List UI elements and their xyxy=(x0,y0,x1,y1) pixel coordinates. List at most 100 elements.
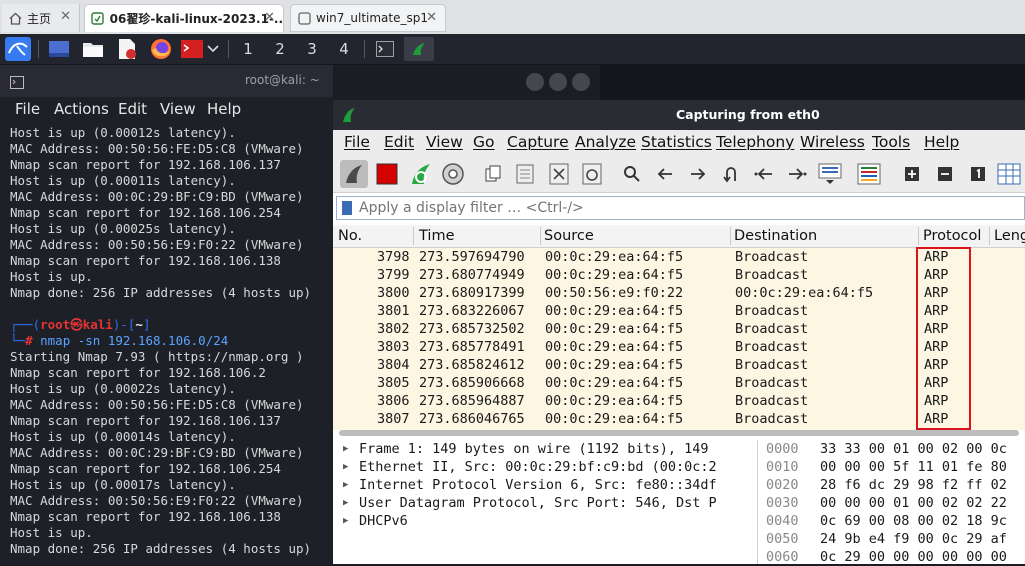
column-source[interactable]: Source xyxy=(544,228,594,244)
menu-capture[interactable]: Capture xyxy=(507,133,569,151)
tree-item-ethernet[interactable]: ▶ Ethernet II, Src: 00:0c:29:bf:c9:bd (00… xyxy=(333,458,753,476)
restart-capture-icon[interactable] xyxy=(407,160,435,188)
tab-win7-vm[interactable]: win7_ultimate_sp1 ✕ xyxy=(290,4,446,32)
colorize-icon[interactable] xyxy=(855,160,883,188)
maximize-button[interactable] xyxy=(549,73,567,91)
close-icon[interactable]: ✕ xyxy=(60,9,71,24)
menu-go[interactable]: Go xyxy=(473,133,495,151)
cell-time: 273.685906668 xyxy=(419,375,525,391)
firefox-icon[interactable] xyxy=(148,37,174,61)
wireshark-title: Capturing from eth0 xyxy=(676,107,820,122)
workspace-2[interactable]: 2 xyxy=(266,37,294,61)
terminal-output[interactable]: Host is up (0.00012s latency). MAC Addre… xyxy=(10,125,340,557)
output-line: MAC Address: 00:50:56:E9:F0:22 (VMware) xyxy=(10,493,304,508)
column-divider[interactable] xyxy=(918,227,919,245)
expand-arrow-icon[interactable]: ▶ xyxy=(343,458,348,476)
horizontal-scrollbar[interactable] xyxy=(339,430,1019,436)
close-icon[interactable]: ✕ xyxy=(264,10,275,25)
menu-telephony[interactable]: Telephony xyxy=(716,133,794,151)
arrow-left-icon[interactable] xyxy=(651,160,679,188)
terminal-task-icon[interactable] xyxy=(372,37,398,61)
column-destination[interactable]: Destination xyxy=(734,228,817,244)
search-icon[interactable] xyxy=(618,160,646,188)
text-editor-icon[interactable] xyxy=(114,37,140,61)
menu-edit[interactable]: Edit xyxy=(384,133,414,151)
close-button[interactable] xyxy=(572,73,590,91)
terminal-red-icon[interactable] xyxy=(180,37,204,61)
show-desktop-icon[interactable] xyxy=(46,37,72,61)
tree-item-udp[interactable]: ▶ User Datagram Protocol, Src Port: 546, … xyxy=(333,494,753,512)
zoom-in-icon[interactable] xyxy=(898,160,926,188)
cell-source: 00:0c:29:ea:64:f5 xyxy=(545,357,684,373)
tab-home[interactable]: 主页 ✕ xyxy=(2,4,80,32)
output-line: Host is up (0.00012s latency). xyxy=(10,125,236,140)
resize-columns-icon[interactable] xyxy=(995,160,1023,188)
menu-analyze[interactable]: Analyze xyxy=(575,133,636,151)
browser-tab-bar: 主页 ✕ 06翟珍-kali-linux-2023.1-... ✕ win7_u… xyxy=(0,0,1025,34)
menu-help[interactable]: Help xyxy=(924,133,959,151)
column-no[interactable]: No. xyxy=(338,228,362,244)
expand-arrow-icon[interactable]: ▶ xyxy=(343,494,348,512)
output-line: Host is up (0.00022s latency). xyxy=(10,381,236,396)
packet-bytes-pane[interactable]: 0000 33 33 00 01 00 02 00 0c 0010 00 00 00… xyxy=(757,440,1025,565)
expand-arrow-icon[interactable]: ▶ xyxy=(343,512,348,530)
cell-destination: Broadcast xyxy=(735,393,809,409)
workspace-3[interactable]: 3 xyxy=(298,37,326,61)
arrow-right-icon[interactable] xyxy=(684,160,712,188)
column-divider[interactable] xyxy=(989,227,990,245)
packet-details-pane[interactable]: ▶ Frame 1: 149 bytes on wire (1192 bits),… xyxy=(333,440,753,564)
zoom-out-icon[interactable] xyxy=(931,160,959,188)
workspace-1[interactable]: 1 xyxy=(234,37,262,61)
menu-statistics[interactable]: Statistics xyxy=(641,133,712,151)
display-filter-input[interactable] xyxy=(359,198,959,218)
cell-time: 273.686046765 xyxy=(419,411,525,427)
chevron-down-icon[interactable] xyxy=(204,37,222,61)
bookmark-icon[interactable] xyxy=(342,201,352,215)
kali-menu-button[interactable] xyxy=(4,37,32,61)
expand-arrow-icon[interactable]: ▶ xyxy=(343,476,348,494)
open-file-icon[interactable] xyxy=(479,160,507,188)
wireshark-task-icon[interactable] xyxy=(404,37,434,61)
column-divider[interactable] xyxy=(540,227,541,245)
save-file-icon[interactable] xyxy=(511,160,539,188)
menu-actions[interactable]: Actions xyxy=(54,100,109,118)
close-icon[interactable]: ✕ xyxy=(426,10,437,25)
close-file-icon[interactable] xyxy=(545,160,573,188)
menu-view[interactable]: View xyxy=(426,133,463,151)
column-protocol[interactable]: Protocol xyxy=(923,228,981,244)
menu-wireless[interactable]: Wireless xyxy=(800,133,865,151)
column-time[interactable]: Time xyxy=(419,228,455,244)
expand-arrow-icon[interactable]: ▶ xyxy=(343,440,348,458)
tree-item-dhcpv6[interactable]: ▶ DHCPv6 xyxy=(333,512,753,530)
tree-item-ipv6[interactable]: ▶ Internet Protocol Version 6, Src: fe80:… xyxy=(333,476,753,494)
vm-icon xyxy=(297,11,311,25)
reload-file-icon[interactable] xyxy=(578,160,606,188)
display-filter-bar[interactable] xyxy=(336,196,1025,220)
menu-edit[interactable]: Edit xyxy=(118,100,147,118)
menu-tools[interactable]: Tools xyxy=(872,133,910,151)
menu-view[interactable]: View xyxy=(160,100,196,118)
go-to-packet-icon[interactable] xyxy=(717,160,745,188)
panel-separator xyxy=(228,40,229,58)
capture-options-icon[interactable] xyxy=(439,160,467,188)
column-length[interactable]: Leng xyxy=(994,228,1025,244)
last-packet-icon[interactable] xyxy=(783,160,811,188)
terminal-menubar: File Actions Edit View Help xyxy=(0,97,333,121)
file-manager-icon[interactable] xyxy=(80,37,106,61)
start-capture-fin-icon[interactable] xyxy=(340,160,368,188)
workspace-4[interactable]: 4 xyxy=(330,37,358,61)
auto-scroll-icon[interactable] xyxy=(816,160,844,188)
menu-file[interactable]: File xyxy=(15,100,40,118)
stop-capture-icon[interactable] xyxy=(373,160,401,188)
minimize-button[interactable] xyxy=(526,73,544,91)
normal-size-icon[interactable] xyxy=(964,160,992,188)
tab-kali-vm[interactable]: 06翟珍-kali-linux-2023.1-... ✕ xyxy=(84,4,284,32)
menu-file[interactable]: File xyxy=(344,133,370,151)
column-divider[interactable] xyxy=(730,227,731,245)
column-divider[interactable] xyxy=(413,227,414,245)
output-line: Nmap scan report for 192.168.106.2 xyxy=(10,365,266,380)
cell-source: 00:0c:29:ea:64:f5 xyxy=(545,339,684,355)
tree-item-frame[interactable]: ▶ Frame 1: 149 bytes on wire (1192 bits),… xyxy=(333,440,753,458)
menu-help[interactable]: Help xyxy=(207,100,241,118)
first-packet-icon[interactable] xyxy=(750,160,778,188)
